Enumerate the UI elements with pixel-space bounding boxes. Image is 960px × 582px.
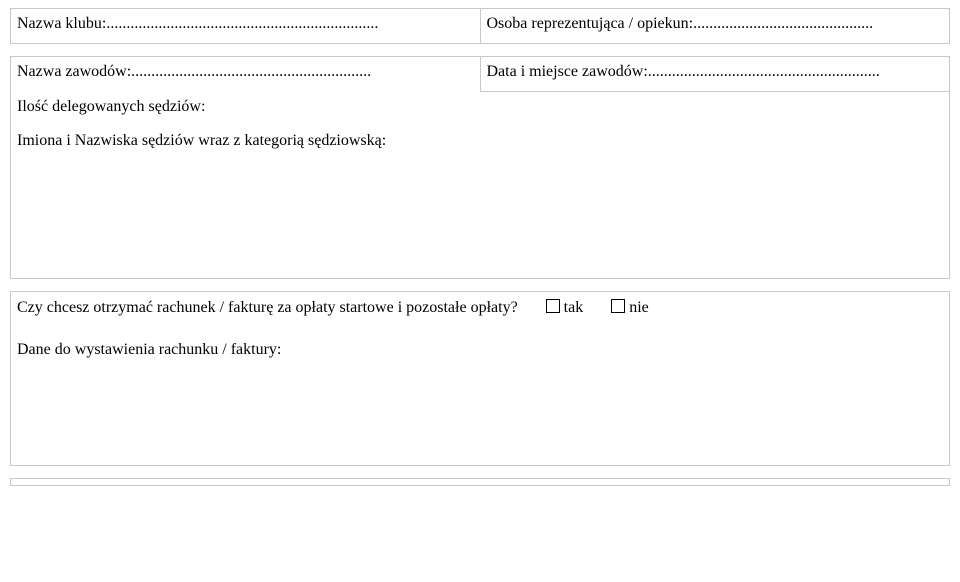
- delegated-judges-label: Ilość delegowanych sędziów:: [17, 98, 205, 115]
- cell-delegated-judges: Ilość delegowanych sędziów:: [11, 92, 950, 127]
- cell-invoice-question: Czy chcesz otrzymać rachunek / fakturę z…: [11, 292, 950, 324]
- competition-name-label: Nazwa zawodów:: [17, 63, 131, 80]
- checkbox-no[interactable]: [611, 299, 625, 313]
- competition-date-value-dots[interactable]: ........................................…: [648, 63, 880, 81]
- option-yes[interactable]: tak: [546, 298, 584, 317]
- option-no-label: nie: [629, 299, 649, 317]
- option-yes-label: tak: [564, 299, 584, 317]
- invoice-question-text: Czy chcesz otrzymać rachunek / fakturę z…: [17, 299, 518, 317]
- cell-club-name: Nazwa klubu: ...........................…: [11, 9, 481, 44]
- cell-judges-names[interactable]: Imiona i Nazwiska sędziów wraz z kategor…: [11, 126, 950, 279]
- invoice-details-label: Dane do wystawienia rachunku / faktury:: [17, 341, 281, 358]
- representative-value-dots[interactable]: ........................................…: [693, 15, 873, 33]
- competition-name-value-dots[interactable]: ........................................…: [131, 63, 371, 81]
- cell-footer-strip: [11, 479, 950, 486]
- cell-competition-date: Data i miejsce zawodów: ................…: [480, 57, 950, 92]
- checkbox-yes[interactable]: [546, 299, 560, 313]
- club-name-label: Nazwa klubu:: [17, 15, 106, 32]
- cell-representative: Osoba reprezentująca / opiekun: ........…: [480, 9, 950, 44]
- registration-form: Nazwa klubu: ...........................…: [10, 8, 950, 486]
- competition-date-label: Data i miejsce zawodów:: [487, 63, 648, 80]
- representative-label: Osoba reprezentująca / opiekun:: [487, 15, 694, 32]
- judges-names-label: Imiona i Nazwiska sędziów wraz z kategor…: [17, 132, 386, 149]
- cell-invoice-details[interactable]: Dane do wystawienia rachunku / faktury:: [11, 323, 950, 466]
- option-no[interactable]: nie: [611, 298, 649, 317]
- cell-competition-name: Nazwa zawodów: .........................…: [11, 57, 481, 92]
- club-name-value-dots[interactable]: ........................................…: [106, 15, 378, 33]
